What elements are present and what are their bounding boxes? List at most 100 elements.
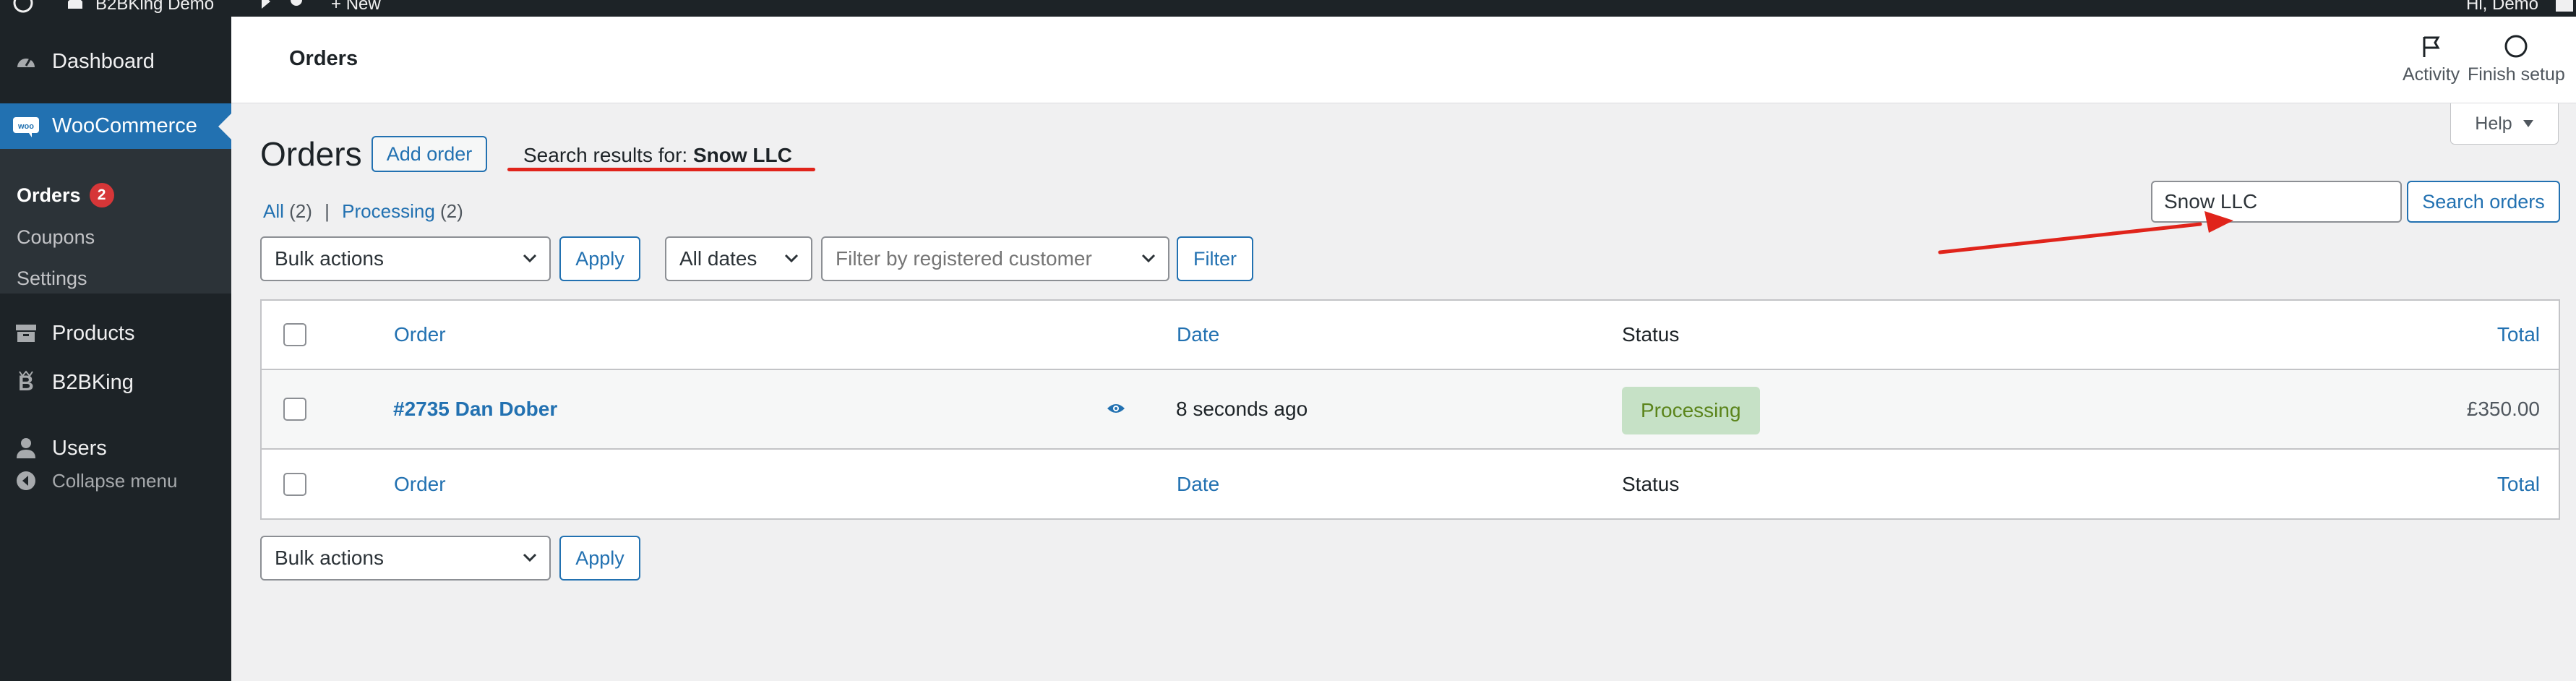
customize-icon[interactable] — [259, 0, 273, 16]
column-header-total[interactable]: Total — [2497, 323, 2540, 346]
sidebar-item-label: Dashboard — [52, 49, 155, 73]
column-footer-order[interactable]: Order — [394, 473, 446, 496]
column-footer-date[interactable]: Date — [1177, 473, 1219, 496]
help-tab[interactable]: Help — [2450, 103, 2559, 145]
submenu-item-label: Orders — [17, 184, 81, 206]
row-checkbox[interactable] — [283, 398, 306, 421]
sidebar-item-label: B2BKing — [52, 370, 134, 394]
search-results-prefix: Search results for: — [523, 144, 693, 166]
view-all-label: All — [263, 200, 284, 222]
chevron-down-icon — [1141, 254, 1156, 263]
add-order-button[interactable]: Add order — [372, 136, 487, 172]
submenu-item-label: Settings — [17, 267, 87, 289]
progress-circle-icon — [2504, 35, 2528, 58]
chevron-down-icon — [784, 254, 799, 263]
collapse-icon — [13, 468, 39, 494]
header-title: Orders — [289, 47, 359, 70]
view-all-count: (2) — [289, 200, 312, 222]
woocommerce-submenu: Orders 2 Coupons Settings — [0, 149, 231, 294]
svg-text:B: B — [18, 372, 34, 395]
column-footer-status: Status — [1622, 472, 1680, 495]
search-results-term: Snow LLC — [692, 144, 792, 166]
customer-filter-placeholder: Filter by registered customer — [836, 247, 1092, 270]
sidebar-item-products[interactable]: Products — [0, 313, 231, 354]
page-header: Orders Activity Finish setup — [231, 17, 2576, 103]
status-badge: Processing — [1622, 387, 1760, 434]
woo-icon: woo — [13, 113, 39, 140]
view-separator: | — [325, 200, 330, 222]
sidebar-item-label: Products — [52, 321, 135, 345]
activity-button[interactable]: Activity — [2403, 34, 2460, 85]
view-processing-link[interactable]: Processing — [342, 200, 435, 222]
view-all-link[interactable]: All — [263, 200, 284, 222]
bulk-actions-value: Bulk actions — [275, 547, 384, 569]
submenu-item-label: Coupons — [17, 226, 95, 248]
sidebar-item-label: Users — [52, 436, 107, 460]
svg-text:woo: woo — [17, 122, 34, 131]
collapse-menu-button[interactable]: Collapse menu — [0, 461, 231, 501]
dashboard-icon — [13, 48, 39, 74]
column-header-date[interactable]: Date — [1177, 323, 1219, 346]
help-label: Help — [2475, 113, 2512, 134]
order-total: £350.00 — [2466, 398, 2540, 420]
chevron-down-icon — [523, 254, 537, 263]
sidebar-item-woocommerce[interactable]: woo WooCommerce — [0, 103, 231, 149]
home-icon — [66, 0, 84, 16]
admin-bar: B2BKing Demo + New Hi, Demo — [0, 0, 2576, 17]
sidebar-item-dashboard[interactable]: Dashboard — [0, 41, 231, 82]
table-row[interactable]: #2735 Dan Dober 8 seconds ago Processing… — [262, 370, 2559, 450]
submenu-item-coupons[interactable]: Coupons — [17, 226, 95, 249]
search-orders-button[interactable]: Search orders — [2407, 181, 2560, 223]
users-icon — [13, 435, 39, 461]
bulk-actions-select-top[interactable]: Bulk actions — [260, 236, 551, 281]
select-all-checkbox[interactable] — [283, 323, 306, 346]
orders-table: Order Date Status Total #2735 Dan Dober … — [260, 299, 2560, 520]
new-label: New — [345, 0, 381, 14]
sidebar-item-b2bking[interactable]: B B2BKing — [0, 362, 231, 403]
column-header-order[interactable]: Order — [394, 323, 446, 346]
sidebar-item-label: WooCommerce — [52, 114, 197, 137]
new-content-link[interactable]: + New — [331, 0, 381, 16]
plus-icon: + — [331, 0, 346, 14]
page-title: Orders — [260, 135, 362, 173]
active-menu-arrow — [218, 113, 231, 140]
bulk-actions-value: Bulk actions — [275, 247, 384, 270]
filter-button[interactable]: Filter — [1177, 236, 1253, 281]
finish-setup-label: Finish setup — [2468, 64, 2565, 85]
site-name-link[interactable]: B2BKing Demo — [95, 0, 214, 16]
b2bking-icon: B — [13, 369, 39, 395]
view-processing-count: (2) — [440, 200, 463, 222]
comments-icon[interactable] — [289, 0, 304, 16]
apply-button-bottom[interactable]: Apply — [559, 536, 640, 581]
annotation-underline — [507, 168, 815, 171]
order-link[interactable]: #2735 Dan Dober — [393, 398, 557, 421]
search-orders-value: Snow LLC — [2164, 190, 2258, 213]
finish-setup-button[interactable]: Finish setup — [2468, 34, 2565, 85]
my-account-link[interactable]: Hi, Demo — [2466, 0, 2538, 16]
date-filter-select[interactable]: All dates — [665, 236, 812, 281]
search-orders-input[interactable]: Snow LLC — [2151, 181, 2402, 223]
date-filter-value: All dates — [679, 247, 757, 270]
submenu-item-orders[interactable]: Orders 2 — [17, 183, 114, 207]
wordpress-logo-icon[interactable] — [13, 0, 33, 16]
bulk-actions-select-bottom[interactable]: Bulk actions — [260, 536, 551, 581]
chevron-down-icon — [523, 553, 537, 562]
select-all-checkbox-footer[interactable] — [283, 472, 306, 496]
caret-down-icon — [2523, 120, 2533, 127]
apply-button-top[interactable]: Apply — [559, 236, 640, 281]
preview-eye-icon[interactable] — [1106, 398, 1126, 421]
submenu-item-settings[interactable]: Settings — [17, 267, 87, 290]
column-footer-total[interactable]: Total — [2497, 473, 2540, 496]
customer-filter-select[interactable]: Filter by registered customer — [821, 236, 1169, 281]
collapse-menu-label: Collapse menu — [52, 469, 178, 492]
column-header-status: Status — [1622, 323, 1680, 346]
order-date: 8 seconds ago — [1176, 398, 1308, 420]
search-results-subtitle: Search results for: Snow LLC — [523, 144, 792, 167]
avatar[interactable] — [2554, 0, 2575, 16]
admin-sidebar: Dashboard woo WooCommerce Orders 2 Coupo… — [0, 17, 231, 681]
flag-icon — [2423, 36, 2440, 57]
view-processing-label: Processing — [342, 200, 435, 222]
activity-label: Activity — [2403, 64, 2460, 85]
orders-count-badge: 2 — [89, 183, 114, 207]
table-footer-row: Order Date Status Total — [262, 450, 2559, 518]
